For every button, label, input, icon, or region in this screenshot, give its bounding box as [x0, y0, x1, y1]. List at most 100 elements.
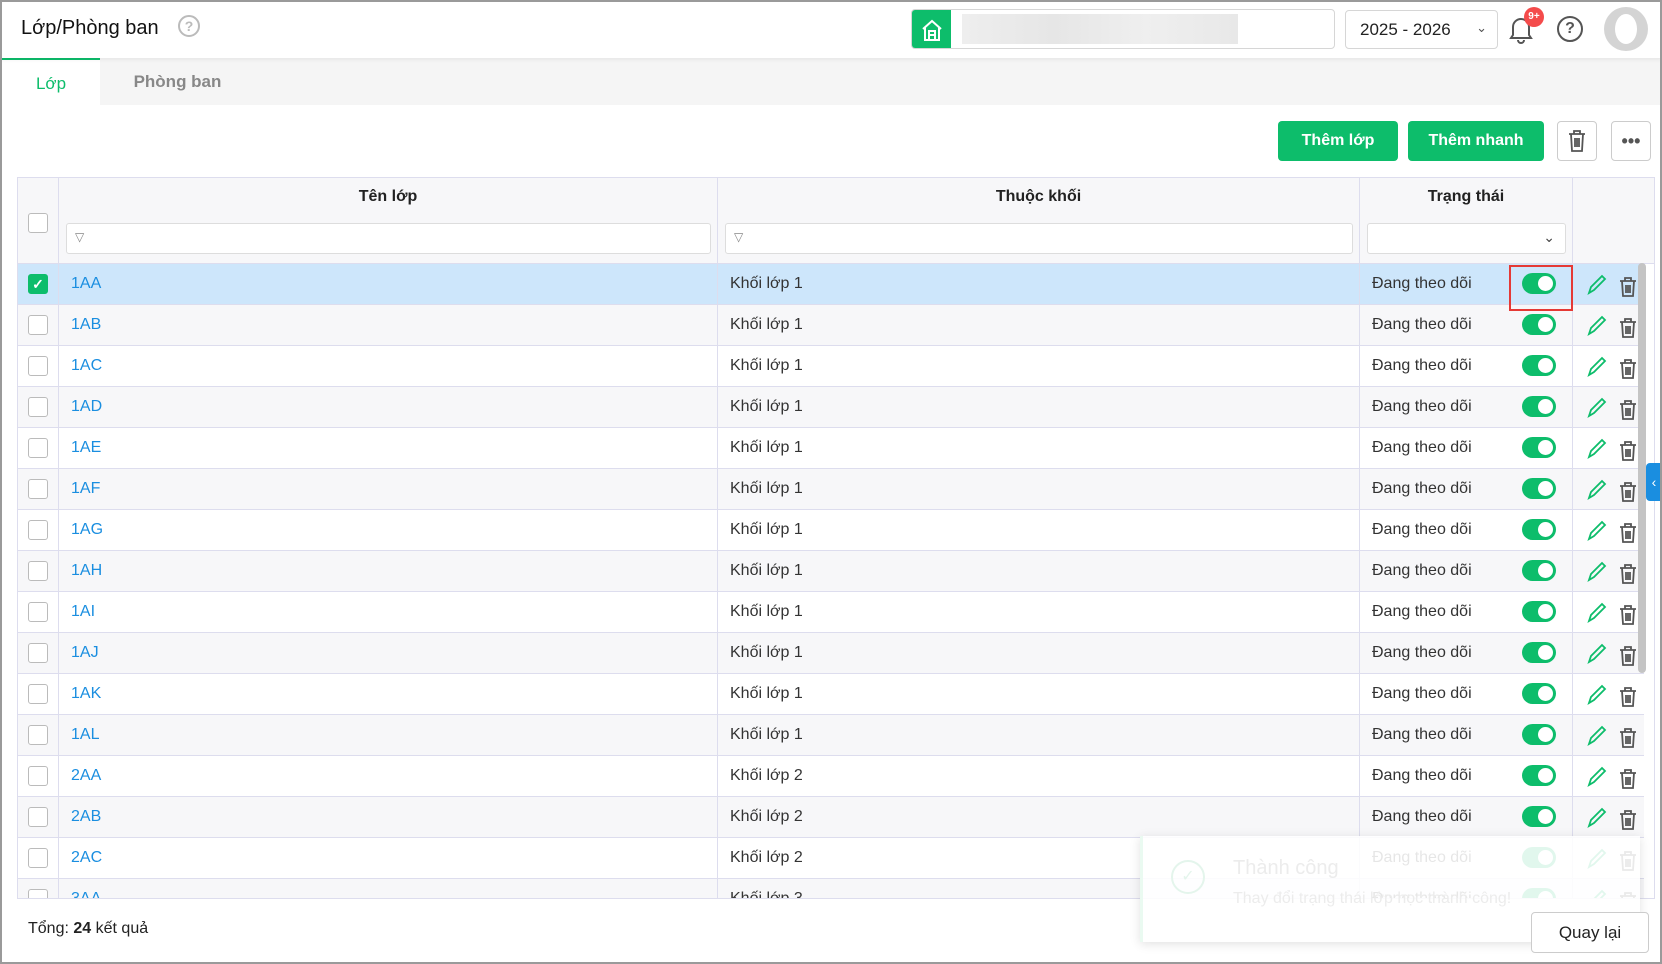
row-checkbox[interactable] — [28, 766, 48, 786]
row-checkbox[interactable] — [28, 561, 48, 581]
actions-cell — [1573, 674, 1644, 715]
status-label: Đang theo dõi — [1372, 726, 1472, 743]
row-checkbox[interactable] — [28, 725, 48, 745]
school-selector[interactable] — [911, 9, 1335, 49]
table-row[interactable]: 2AA Khối lớp 2 Đang theo dõi — [18, 756, 1644, 797]
avatar[interactable] — [1604, 7, 1648, 51]
back-button[interactable]: Quay lại — [1531, 912, 1649, 953]
class-name-link[interactable]: 3AA — [59, 879, 718, 898]
table-row[interactable]: 1AE Khối lớp 1 Đang theo dõi — [18, 428, 1644, 469]
table-row[interactable]: 1AL Khối lớp 1 Đang theo dõi — [18, 715, 1644, 756]
class-name-link[interactable]: 1AA — [59, 264, 718, 305]
actions-cell — [1573, 469, 1644, 510]
status-toggle[interactable] — [1522, 765, 1556, 786]
row-checkbox[interactable] — [28, 438, 48, 458]
status-label: Đang theo dõi — [1372, 357, 1472, 374]
table-row[interactable]: 1AH Khối lớp 1 Đang theo dõi — [18, 551, 1644, 592]
class-name-link[interactable]: 1AF — [59, 469, 718, 510]
grade-cell: Khối lớp 1 — [718, 346, 1360, 387]
table-row[interactable]: 1AG Khối lớp 1 Đang theo dõi — [18, 510, 1644, 551]
tab-class[interactable]: Lớp — [2, 58, 100, 105]
row-checkbox[interactable] — [28, 602, 48, 622]
scrollbar[interactable] — [1638, 263, 1646, 673]
table-row[interactable]: 1AK Khối lớp 1 Đang theo dõi — [18, 674, 1644, 715]
status-toggle[interactable] — [1522, 519, 1556, 540]
class-table: Tên lớp ▽ Thuộc khối ▽ Trạng thái ⌄ ✓ 1A… — [17, 177, 1655, 899]
status-toggle[interactable] — [1522, 724, 1556, 745]
row-checkbox[interactable] — [28, 479, 48, 499]
class-name-link[interactable]: 1AB — [59, 305, 718, 346]
table-row[interactable]: 1AD Khối lớp 1 Đang theo dõi — [18, 387, 1644, 428]
grade-cell: Khối lớp 2 — [718, 797, 1360, 838]
more-options-button[interactable]: ••• — [1611, 121, 1651, 161]
status-toggle[interactable] — [1522, 478, 1556, 499]
row-checkbox[interactable] — [28, 848, 48, 868]
grade-cell: Khối lớp 1 — [718, 510, 1360, 551]
row-checkbox[interactable] — [28, 889, 48, 898]
grade-cell: Khối lớp 1 — [718, 674, 1360, 715]
table-row[interactable]: 2AB Khối lớp 2 Đang theo dõi — [18, 797, 1644, 838]
help-icon[interactable]: ? — [178, 15, 200, 37]
row-select-cell — [18, 387, 59, 428]
table-row[interactable]: 1AC Khối lớp 1 Đang theo dõi — [18, 346, 1644, 387]
status-toggle[interactable] — [1522, 806, 1556, 827]
status-toggle[interactable] — [1522, 683, 1556, 704]
toast-message: Thay đổi trạng thái lớp học thành công! — [1233, 890, 1512, 907]
class-name-link[interactable]: 1AC — [59, 346, 718, 387]
actions-cell — [1573, 633, 1644, 674]
school-year-value: 2025 - 2026 — [1360, 20, 1451, 39]
bulk-delete-button[interactable] — [1557, 121, 1597, 161]
class-name-link[interactable]: 1AI — [59, 592, 718, 633]
class-name-link[interactable]: 1AK — [59, 674, 718, 715]
status-label: Đang theo dõi — [1372, 275, 1472, 292]
side-panel-toggle[interactable]: ‹ — [1646, 463, 1662, 501]
status-toggle[interactable] — [1522, 437, 1556, 458]
actions-cell — [1573, 551, 1644, 592]
class-name-filter-input[interactable]: ▽ — [66, 223, 711, 254]
highlight-box — [1509, 265, 1573, 311]
class-name-link[interactable]: 1AL — [59, 715, 718, 756]
select-all-cell — [18, 178, 59, 264]
tab-department[interactable]: Phòng ban — [120, 58, 235, 105]
class-name-link[interactable]: 1AG — [59, 510, 718, 551]
status-toggle[interactable] — [1522, 642, 1556, 663]
table-row[interactable]: 1AF Khối lớp 1 Đang theo dõi — [18, 469, 1644, 510]
school-year-select[interactable]: 2025 - 2026 ⌄ — [1345, 10, 1498, 49]
table-row[interactable]: 1AJ Khối lớp 1 Đang theo dõi — [18, 633, 1644, 674]
grade-filter-input[interactable]: ▽ — [725, 223, 1353, 254]
row-select-cell — [18, 346, 59, 387]
class-name-link[interactable]: 1AD — [59, 387, 718, 428]
grade-cell: Khối lớp 1 — [718, 264, 1360, 305]
status-toggle[interactable] — [1522, 396, 1556, 417]
row-checkbox[interactable] — [28, 807, 48, 827]
class-name-link[interactable]: 1AJ — [59, 633, 718, 674]
class-name-link[interactable]: 1AH — [59, 551, 718, 592]
table-row[interactable]: 1AB Khối lớp 1 Đang theo dõi — [18, 305, 1644, 346]
total-results: Tổng: 24 kết quả — [28, 920, 148, 938]
row-checkbox[interactable] — [28, 520, 48, 540]
row-checkbox[interactable] — [28, 643, 48, 663]
row-checkbox[interactable] — [28, 356, 48, 376]
page-title: Lớp/Phòng ban — [21, 17, 159, 39]
class-name-link[interactable]: 2AC — [59, 838, 718, 879]
row-checkbox[interactable] — [28, 315, 48, 335]
help-circle-icon[interactable]: ? — [1557, 16, 1583, 42]
table-row[interactable]: ✓ 1AA Khối lớp 1 Đang theo dõi — [18, 264, 1644, 311]
select-all-checkbox[interactable] — [28, 213, 48, 233]
row-select-cell — [18, 469, 59, 510]
status-toggle[interactable] — [1522, 601, 1556, 622]
status-toggle[interactable] — [1522, 355, 1556, 376]
table-row[interactable]: 1AI Khối lớp 1 Đang theo dõi — [18, 592, 1644, 633]
class-name-link[interactable]: 2AB — [59, 797, 718, 838]
class-name-link[interactable]: 2AA — [59, 756, 718, 797]
row-checkbox[interactable]: ✓ — [28, 274, 48, 294]
status-toggle[interactable] — [1522, 560, 1556, 581]
row-checkbox[interactable] — [28, 684, 48, 704]
class-name-link[interactable]: 1AE — [59, 428, 718, 469]
row-checkbox[interactable] — [28, 397, 48, 417]
add-class-button[interactable]: Thêm lớp — [1278, 121, 1398, 161]
status-filter-select[interactable]: ⌄ — [1367, 223, 1566, 254]
status-toggle[interactable] — [1522, 314, 1556, 335]
total-suffix: kết quả — [95, 920, 149, 937]
quick-add-button[interactable]: Thêm nhanh — [1408, 121, 1544, 161]
